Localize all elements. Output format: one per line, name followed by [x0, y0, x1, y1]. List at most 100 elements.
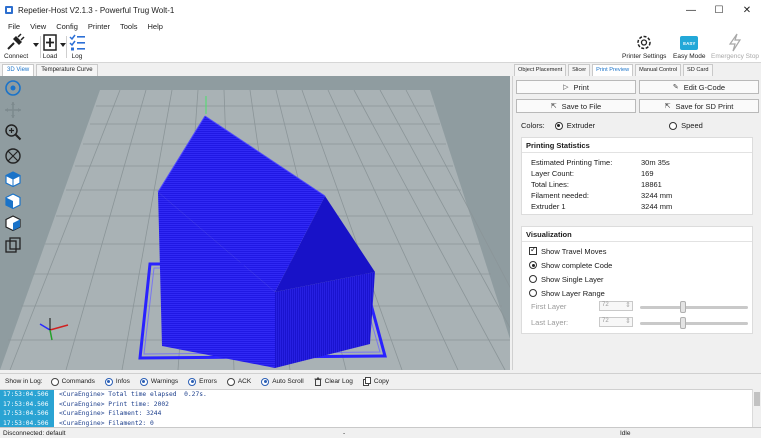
log-ack-toggle[interactable]: ACK — [226, 377, 251, 386]
first-layer-row: First Layer 72 — [531, 301, 633, 311]
first-layer-spinner[interactable]: 72 — [599, 301, 633, 311]
warnings-radio[interactable] — [139, 377, 148, 386]
fit-view-icon[interactable] — [4, 147, 22, 165]
3d-viewport[interactable] — [0, 76, 510, 370]
show-in-log-label: Show in Log: — [5, 378, 43, 385]
menu-help[interactable]: Help — [148, 22, 163, 31]
log-commands-toggle[interactable]: Commands — [50, 377, 95, 386]
log-entry: 17:53:04.506 <CuraEngine> Filament2: 0 — [0, 418, 752, 427]
minimize-button[interactable]: — — [677, 0, 705, 20]
log-entry: 17:53:04.506 <CuraEngine> Print time: 20… — [0, 399, 752, 409]
log-infos-toggle[interactable]: Infos — [104, 377, 130, 386]
menu-view[interactable]: View — [30, 22, 46, 31]
tab-print-preview[interactable]: Print Preview — [592, 64, 634, 76]
auto-scroll-radio[interactable] — [261, 377, 270, 386]
menu-tools[interactable]: Tools — [120, 22, 138, 31]
view-cube-icon[interactable] — [4, 170, 22, 188]
log-output[interactable]: 17:53:04.506 <CuraEngine> Total time ela… — [0, 389, 752, 427]
log-label: Log — [71, 53, 83, 60]
print-button[interactable]: ▷ Print — [516, 80, 636, 94]
save-sd-button[interactable]: ⇱ Save for SD Print — [639, 99, 759, 113]
log-warnings-toggle[interactable]: Warnings — [139, 377, 178, 386]
tab-object-placement[interactable]: Object Placement — [514, 64, 567, 76]
printer-settings-label: Printer Settings — [622, 53, 667, 60]
commands-radio[interactable] — [50, 377, 59, 386]
move-icon[interactable] — [4, 101, 22, 119]
log-errors-toggle[interactable]: Errors — [188, 377, 217, 386]
copy-log-button[interactable]: Copy — [362, 377, 389, 386]
log-button[interactable]: Log — [68, 33, 86, 60]
last-layer-spinner[interactable]: 72 — [599, 317, 633, 327]
speed-label: Speed — [681, 121, 703, 130]
extruder-radio[interactable] — [554, 121, 563, 130]
show-travel-moves-option[interactable]: Show Travel Moves — [522, 244, 752, 258]
tab-manual-control[interactable]: Manual Control — [635, 64, 682, 76]
speed-radio[interactable] — [669, 121, 678, 130]
close-button[interactable]: ✕ — [733, 0, 761, 20]
first-layer-label: First Layer — [531, 301, 567, 311]
show-range-radio[interactable] — [529, 289, 537, 297]
export-icon: ⇱ — [664, 103, 671, 110]
title-bar: Repetier-Host V2.1.3 - Powerful Trug Wol… — [0, 0, 761, 20]
easy-mode-button[interactable]: EASY Easy Mode — [673, 33, 706, 60]
zoom-icon[interactable] — [4, 123, 22, 141]
tab-temperature-curve[interactable]: Temperature Curve — [36, 64, 98, 76]
show-complete-code-option[interactable]: Show complete Code — [522, 258, 752, 272]
tab-3d-view[interactable]: 3D View — [2, 64, 35, 76]
show-single-radio[interactable] — [529, 275, 537, 283]
chevron-down-icon[interactable] — [33, 43, 39, 47]
show-travel-checkbox[interactable] — [529, 245, 537, 255]
first-layer-slider[interactable] — [640, 301, 748, 313]
view-tabs: 3D View Temperature Curve — [0, 64, 510, 76]
connect-button[interactable]: Connect — [4, 33, 28, 60]
stat-row: Filament needed: 3244 mm — [531, 191, 673, 200]
menu-file[interactable]: File — [8, 22, 20, 31]
parallel-projection-icon[interactable] — [4, 236, 22, 254]
clear-log-button[interactable]: Clear Log — [314, 377, 353, 386]
easy-mode-icon: EASY — [680, 36, 699, 50]
reset-view-icon[interactable] — [4, 79, 22, 97]
printer-settings-button[interactable]: Printer Settings — [622, 33, 666, 60]
stat-row: Layer Count: 169 — [531, 169, 654, 178]
infos-radio[interactable] — [104, 377, 113, 386]
gear-icon — [637, 35, 651, 50]
connection-status: Disconnected: default — [3, 429, 66, 437]
easy-mode-label: Easy Mode — [673, 53, 706, 60]
log-entry: 17:53:04.506 <CuraEngine> Filament: 3244 — [0, 409, 752, 419]
save-to-file-button[interactable]: ⇱ Save to File — [516, 99, 636, 113]
toolbar: Connect Load Log Printer Settings EASY E… — [0, 33, 761, 63]
trash-icon — [314, 377, 322, 386]
errors-radio[interactable] — [188, 377, 197, 386]
printing-statistics-title: Printing Statistics — [522, 138, 752, 153]
emergency-stop-button[interactable]: Emergency Stop — [711, 33, 759, 60]
tab-slicer[interactable]: Slicer — [568, 64, 591, 76]
add-file-icon — [43, 34, 57, 51]
maximize-button[interactable]: ☐ — [705, 0, 733, 20]
extruder-label: Extruder — [566, 121, 596, 130]
ack-radio[interactable] — [226, 377, 235, 386]
last-layer-row: Last Layer: 72 — [531, 317, 633, 327]
tab-sd-card[interactable]: SD Card — [683, 64, 713, 76]
print-bed-scene — [0, 89, 510, 370]
window-title: Repetier-Host V2.1.3 - Powerful Trug Wol… — [18, 5, 175, 15]
log-scrollbar-thumb[interactable] — [754, 392, 760, 406]
edit-gcode-button[interactable]: ✎ Edit G-Code — [639, 80, 759, 94]
show-single-layer-option[interactable]: Show Single Layer — [522, 272, 752, 286]
front-view-icon[interactable] — [4, 192, 22, 210]
menu-config[interactable]: Config — [56, 22, 78, 31]
load-button[interactable]: Load — [42, 33, 58, 60]
plug-icon — [7, 33, 25, 50]
menu-printer[interactable]: Printer — [88, 22, 110, 31]
show-complete-radio[interactable] — [529, 261, 537, 269]
first-layer-slider-handle[interactable] — [680, 301, 686, 313]
emergency-stop-label: Emergency Stop — [711, 53, 760, 60]
side-view-icon[interactable] — [4, 214, 22, 232]
last-layer-slider[interactable] — [640, 317, 748, 329]
log-scrollbar[interactable] — [752, 389, 761, 427]
printer-state: Idle — [620, 429, 631, 437]
show-layer-range-option[interactable]: Show Layer Range — [522, 286, 752, 300]
status-separator: - — [343, 429, 346, 437]
last-layer-slider-handle[interactable] — [680, 317, 686, 329]
log-auto-scroll-toggle[interactable]: Auto Scroll — [261, 377, 304, 386]
last-layer-label: Last Layer: — [531, 317, 569, 327]
